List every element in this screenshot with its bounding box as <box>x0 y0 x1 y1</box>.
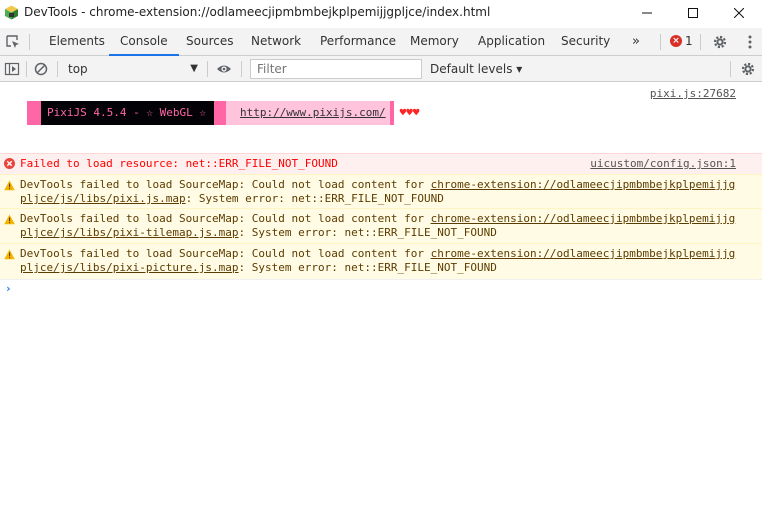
maximize-button[interactable] <box>670 0 716 26</box>
minimize-button[interactable] <box>624 0 670 26</box>
pixi-link[interactable]: http://www.pixijs.com/ <box>240 106 386 119</box>
tab-application[interactable]: Application <box>478 28 545 55</box>
toolbar-divider <box>241 61 242 77</box>
log-levels-dropdown[interactable]: Default levels ▾ <box>430 59 522 79</box>
tab-console[interactable]: Console <box>109 28 179 56</box>
warning-icon <box>4 214 15 225</box>
error-count-icon[interactable]: × <box>670 35 682 47</box>
tab-sources[interactable]: Sources <box>186 28 233 55</box>
tab-performance[interactable]: Performance <box>320 28 396 55</box>
tab-memory[interactable]: Memory <box>410 28 459 55</box>
log-source-link[interactable]: pixi.js:27682 <box>650 87 736 100</box>
console-warning-message[interactable]: DevTools failed to load SourceMap: Could… <box>0 208 762 243</box>
minimize-icon <box>642 12 652 14</box>
console-settings-gear-icon[interactable] <box>740 61 756 77</box>
warning-suffix: : System error: net::ERR_FILE_NOT_FOUND <box>238 261 497 274</box>
settings-gear-icon[interactable] <box>712 34 728 50</box>
warning-icon <box>4 180 15 191</box>
dropdown-arrow-icon: ▼ <box>190 63 198 74</box>
error-text: Failed to load resource: net::ERR_FILE_N… <box>20 157 338 170</box>
warning-icon <box>4 249 15 260</box>
warning-text: DevTools failed to load SourceMap: Could… <box>20 247 431 260</box>
toolbar-divider <box>660 34 661 50</box>
toolbar-divider <box>26 61 27 77</box>
banner-text: PixiJS 4.5.4 - ☆ WebGL ☆ <box>41 101 214 125</box>
toolbar-divider <box>207 61 208 77</box>
warning-text: DevTools failed to load SourceMap: Could… <box>20 212 431 225</box>
close-button[interactable] <box>716 0 762 26</box>
context-select[interactable]: top ▼ <box>64 59 204 79</box>
close-icon <box>734 8 744 18</box>
tab-elements[interactable]: Elements <box>49 28 105 55</box>
devtools-app-icon <box>5 5 18 20</box>
inspect-element-icon[interactable] <box>5 34 21 50</box>
console-prompt-line[interactable]: › <box>0 279 762 297</box>
toolbar-divider <box>57 61 58 77</box>
banner-stripe <box>27 101 41 125</box>
title-bar: DevTools - chrome-extension://odlameecji… <box>0 0 762 26</box>
context-value: top <box>68 62 88 76</box>
maximize-icon <box>688 8 698 18</box>
console-error-message[interactable]: Failed to load resource: net::ERR_FILE_N… <box>0 153 762 174</box>
warning-text: DevTools failed to load SourceMap: Could… <box>20 178 431 191</box>
console-toolbar: top ▼ Default levels ▾ <box>0 56 762 82</box>
more-tabs-button[interactable]: » <box>632 28 640 55</box>
console-prompt-chevron-icon: › <box>5 282 12 295</box>
toolbar-divider <box>730 61 731 77</box>
more-options-icon[interactable] <box>742 34 758 50</box>
warning-suffix: : System error: net::ERR_FILE_NOT_FOUND <box>238 226 497 239</box>
tab-network[interactable]: Network <box>251 28 301 55</box>
error-count[interactable]: 1 <box>685 28 693 55</box>
filter-input[interactable] <box>250 59 422 79</box>
banner-link-box: http://www.pixijs.com/ <box>225 101 390 125</box>
console-warning-message[interactable]: DevTools failed to load SourceMap: Could… <box>0 243 762 279</box>
console-warning-message[interactable]: DevTools failed to load SourceMap: Could… <box>0 174 762 208</box>
tab-security[interactable]: Security <box>561 28 610 55</box>
console-log-pixi: pixi.js:27682 PixiJS 4.5.4 - ☆ WebGL ☆ h… <box>0 83 762 153</box>
error-icon <box>4 158 15 169</box>
clear-console-icon[interactable] <box>33 61 49 77</box>
toolbar-divider <box>29 34 30 50</box>
warning-suffix: : System error: net::ERR_FILE_NOT_FOUND <box>185 192 444 205</box>
window-title: DevTools - chrome-extension://odlameecji… <box>24 5 491 19</box>
hearts-text: ♥♥♥ <box>399 101 420 125</box>
show-sidebar-icon[interactable] <box>4 61 20 77</box>
console-output[interactable]: pixi.js:27682 PixiJS 4.5.4 - ☆ WebGL ☆ h… <box>0 83 762 526</box>
live-expression-eye-icon[interactable] <box>216 61 232 77</box>
banner-stripe <box>213 101 226 125</box>
devtools-tab-bar: Elements Console Sources Network Perform… <box>0 28 762 56</box>
toolbar-divider <box>700 34 701 50</box>
pixi-banner: PixiJS 4.5.4 - ☆ WebGL ☆ http://www.pixi… <box>27 101 420 125</box>
error-source-link[interactable]: uicustom/config.json:1 <box>590 157 736 171</box>
